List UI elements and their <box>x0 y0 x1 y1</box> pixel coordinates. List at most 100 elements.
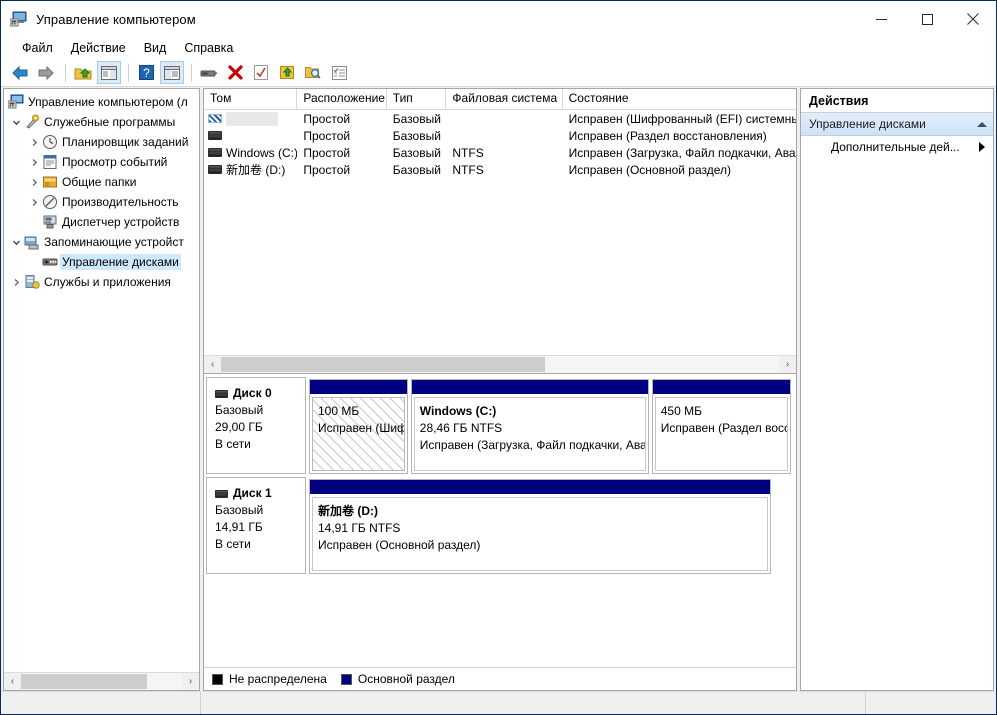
show-hide-console-tree-icon[interactable] <box>97 61 121 84</box>
volume-filesystem-cell: NTFS <box>446 146 562 160</box>
volume-list-header: Том Расположение Тип Файловая система Со… <box>204 89 796 110</box>
status-cell-left <box>1 692 201 714</box>
hatched-volume-icon <box>208 114 222 123</box>
tree-item-services-and-applications[interactable]: Службы и приложения <box>4 272 199 292</box>
properties-icon[interactable] <box>249 61 273 84</box>
scroll-thumb[interactable] <box>221 357 545 372</box>
actions-group-disk-management[interactable]: Управление дисками <box>801 113 993 136</box>
legend-item-unallocated: Не распределена <box>212 672 327 686</box>
volume-list-horizontal-scrollbar[interactable]: ‹ › <box>204 355 796 373</box>
services-icon <box>24 274 40 290</box>
toolbar-separator <box>128 64 129 82</box>
chevron-right-icon[interactable] <box>26 174 42 190</box>
legend-swatch <box>341 674 352 685</box>
scroll-track[interactable] <box>21 673 182 690</box>
chevron-right-icon[interactable] <box>26 194 42 210</box>
back-icon[interactable] <box>8 61 32 84</box>
table-row[interactable]: Windows (C:) Простой Базовый NTFS Исправ… <box>204 144 796 161</box>
tree-item-label: Диспетчер устройств <box>62 215 179 229</box>
help-icon[interactable]: ? <box>134 61 158 84</box>
chevron-right-icon[interactable] <box>26 154 42 170</box>
volume-name-label: Windows (C:) <box>226 146 297 160</box>
tree-item-task-scheduler[interactable]: Планировщик заданий <box>4 132 199 152</box>
partition[interactable]: 新加卷 (D:) 14,91 ГБ NTFS Исправен (Основно… <box>309 479 771 574</box>
tree-item-event-viewer[interactable]: Просмотр событий <box>4 152 199 172</box>
maximize-button[interactable] <box>904 1 950 37</box>
list-icon[interactable] <box>327 61 351 84</box>
tree-item-label: Запоминающие устройст <box>44 235 184 249</box>
partition[interactable]: Windows (C:) 28,46 ГБ NTFS Исправен (Заг… <box>411 379 649 474</box>
menu-bar: Файл Действие Вид Справка <box>1 37 996 59</box>
table-row[interactable]: Простой Базовый Исправен (Шифрованный (E… <box>204 110 796 127</box>
tree-horizontal-scrollbar[interactable]: ‹ › <box>4 672 199 690</box>
storage-icon <box>24 234 40 250</box>
up-folder-icon[interactable] <box>71 61 95 84</box>
tools-icon <box>24 114 40 130</box>
volume-icon <box>208 131 222 140</box>
scroll-right-arrow[interactable]: › <box>182 673 199 690</box>
disk-row[interactable]: Диск 1 Базовый 14,91 ГБ В сети 新加卷 (D:) … <box>206 477 794 574</box>
disk-header[interactable]: Диск 1 Базовый 14,91 ГБ В сети <box>206 477 306 574</box>
column-header-status[interactable]: Состояние <box>563 89 796 109</box>
chevron-down-icon[interactable] <box>8 234 24 250</box>
computer-icon <box>8 94 24 110</box>
disk-header[interactable]: Диск 0 Базовый 29,00 ГБ В сети <box>206 377 306 474</box>
volume-layout-cell: Простой <box>297 163 386 177</box>
volume-icon <box>208 165 222 174</box>
disk-type-label: Базовый <box>215 402 305 419</box>
disk-management-pane: Том Расположение Тип Файловая система Со… <box>203 88 797 691</box>
column-header-layout[interactable]: Расположение <box>297 89 386 109</box>
column-header-volume[interactable]: Том <box>204 89 297 109</box>
tree-item-device-manager[interactable]: Диспетчер устройств <box>4 212 199 232</box>
scroll-right-arrow[interactable]: › <box>779 356 796 373</box>
volume-filesystem-cell: NTFS <box>446 163 562 177</box>
menu-item-file[interactable]: Файл <box>13 39 62 57</box>
disk-icon[interactable] <box>197 61 221 84</box>
volume-icon <box>208 148 222 157</box>
actions-pane: Действия Управление дисками Дополнительн… <box>800 88 994 691</box>
column-header-type[interactable]: Тип <box>387 89 447 109</box>
export-icon[interactable] <box>275 61 299 84</box>
tree-item-computer-management[interactable]: Управление компьютером (л <box>4 92 199 112</box>
forward-icon[interactable] <box>34 61 58 84</box>
menu-item-help[interactable]: Справка <box>175 39 242 57</box>
shared-folders-icon <box>42 174 58 190</box>
scroll-thumb[interactable] <box>21 674 147 689</box>
tree-item-disk-management[interactable]: Управление дисками <box>4 252 199 272</box>
partition-body: 100 МБ Исправен (Шифр <box>312 397 405 471</box>
performance-icon <box>42 194 58 210</box>
chevron-up-icon[interactable] <box>977 122 987 127</box>
partition[interactable]: 450 МБ Исправен (Раздел восс <box>652 379 791 474</box>
disk-row[interactable]: Диск 0 Базовый 29,00 ГБ В сети 100 МБ <box>206 377 794 474</box>
partition-size: 28,46 ГБ NTFS <box>420 420 645 437</box>
volume-name-cell <box>204 112 297 126</box>
minimize-button[interactable] <box>858 1 904 37</box>
scroll-left-arrow[interactable]: ‹ <box>4 673 21 690</box>
scroll-left-arrow[interactable]: ‹ <box>204 356 221 373</box>
close-button[interactable] <box>950 1 996 37</box>
chevron-down-icon[interactable] <box>8 114 24 130</box>
menu-item-view[interactable]: Вид <box>135 39 176 57</box>
tree-item-shared-folders[interactable]: Общие папки <box>4 172 199 192</box>
delete-icon[interactable] <box>223 61 247 84</box>
tree-item-label: Службы и приложения <box>44 275 171 289</box>
tree-item-performance[interactable]: Производительность <box>4 192 199 212</box>
volume-type-cell: Базовый <box>387 146 447 160</box>
table-row[interactable]: Простой Базовый Исправен (Раздел восстан… <box>204 127 796 144</box>
table-row[interactable]: 新加卷 (D:) Простой Базовый NTFS Исправен (… <box>204 161 796 178</box>
chevron-right-icon[interactable] <box>26 134 42 150</box>
partition-color-bar <box>310 480 770 495</box>
show-hide-action-pane-icon[interactable] <box>160 61 184 84</box>
tree-item-storage[interactable]: Запоминающие устройст <box>4 232 199 252</box>
search-icon[interactable] <box>301 61 325 84</box>
tree-item-system-tools[interactable]: Служебные программы <box>4 112 199 132</box>
chevron-right-icon[interactable] <box>8 274 24 290</box>
chevron-right-icon[interactable] <box>979 142 985 152</box>
disk-graphical-view: Диск 0 Базовый 29,00 ГБ В сети 100 МБ <box>204 373 796 690</box>
actions-item-more-actions[interactable]: Дополнительные дей... <box>801 136 993 158</box>
menu-item-action[interactable]: Действие <box>62 39 135 57</box>
partition-title: 新加卷 (D:) <box>318 503 767 520</box>
column-header-filesystem[interactable]: Файловая система <box>446 89 562 109</box>
scroll-track[interactable] <box>221 356 779 373</box>
partition[interactable]: 100 МБ Исправен (Шифр <box>309 379 408 474</box>
